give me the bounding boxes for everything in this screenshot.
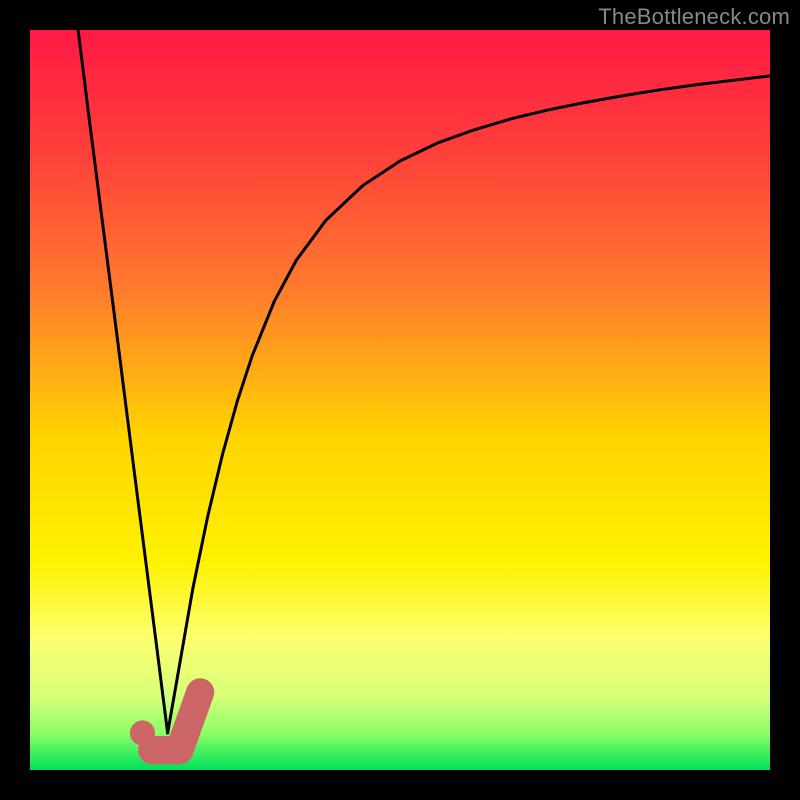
chart-frame: TheBottleneck.com (0, 0, 800, 800)
bottleneck-chart (30, 30, 770, 770)
heat-gradient-bg (30, 30, 770, 770)
watermark-text: TheBottleneck.com (598, 4, 790, 30)
marker-pill-2 (179, 692, 200, 750)
